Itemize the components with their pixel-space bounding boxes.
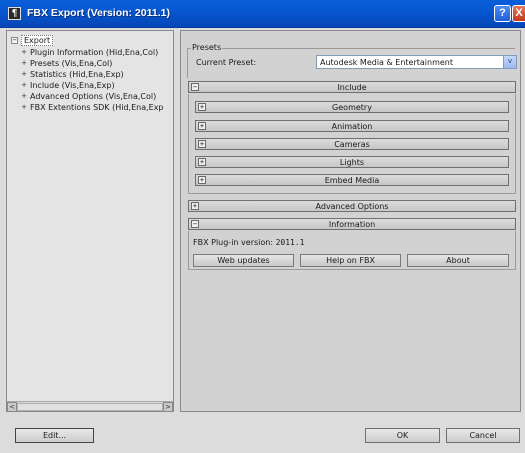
expand-icon[interactable]: + (191, 202, 199, 210)
animation-rollout-header[interactable]: + Animation (195, 120, 509, 132)
preset-dropdown[interactable]: Autodesk Media & Entertainment v (316, 55, 517, 69)
cancel-button[interactable]: Cancel (446, 428, 520, 443)
cameras-title: Cameras (334, 139, 370, 149)
expand-icon[interactable]: + (21, 92, 27, 100)
tree-item-label: Plugin Information (Hid,Ena,Col) (30, 47, 159, 57)
collapse-icon[interactable]: − (191, 83, 199, 91)
app-icon: ¶ (8, 7, 21, 20)
expand-icon[interactable]: + (198, 158, 206, 166)
advanced-options-rollout-header[interactable]: + Advanced Options (188, 200, 516, 212)
tree-item-plugin-information[interactable]: + Plugin Information (Hid,Ena,Col) (21, 47, 158, 57)
tree-item-label: Advanced Options (Vis,Ena,Col) (30, 91, 157, 101)
lights-title: Lights (339, 157, 365, 167)
web-updates-button[interactable]: Web updates (193, 254, 294, 267)
include-rollout-header[interactable]: − Include (188, 81, 516, 93)
preset-dropdown-value: Autodesk Media & Entertainment (320, 57, 453, 67)
tree-item-presets[interactable]: + Presets (Vis,Ena,Col) (21, 58, 112, 68)
expand-icon[interactable]: + (21, 48, 27, 56)
tree-item-label: FBX Extentions SDK (Hid,Ena,Exp (30, 102, 164, 112)
window-title: FBX Export (Version: 2011.1) (27, 7, 170, 19)
tree-item-include[interactable]: + Include (Vis,Ena,Exp) (21, 80, 115, 90)
scroll-thumb[interactable] (17, 403, 163, 411)
plugin-version-line: FBX Plug-in version: 2011.1 (193, 238, 304, 247)
information-title: Information (328, 219, 376, 229)
presets-group-title: Presets (191, 43, 223, 52)
cameras-rollout-header[interactable]: + Cameras (195, 138, 509, 150)
help-on-fbx-button[interactable]: Help on FBX (300, 254, 401, 267)
tree-panel: − Export + Plugin Information (Hid,Ena,C… (6, 30, 174, 412)
embed-media-title: Embed Media (324, 175, 380, 185)
animation-title: Animation (331, 121, 373, 131)
expand-icon[interactable]: + (198, 140, 206, 148)
plugin-version-value: 2011.1 (275, 238, 305, 247)
tree-item-label: Presets (Vis,Ena,Col) (30, 58, 113, 68)
tree-item-fbx-extentions-sdk[interactable]: + FBX Extentions SDK (Hid,Ena,Exp (21, 102, 164, 112)
title-bar[interactable]: ¶ FBX Export (Version: 2011.1) ? X (0, 0, 525, 28)
current-preset-label: Current Preset: (196, 58, 257, 67)
expand-icon[interactable]: + (198, 103, 206, 111)
horizontal-scrollbar[interactable]: < > (7, 401, 173, 412)
tree-root-label: Export (21, 34, 54, 46)
include-title: Include (337, 82, 367, 92)
tree-item-label: Statistics (Hid,Ena,Exp) (30, 69, 124, 79)
information-rollout-header[interactable]: − Information (188, 218, 516, 230)
tree-item-statistics[interactable]: + Statistics (Hid,Ena,Exp) (21, 69, 124, 79)
tree-root-export[interactable]: − Export (11, 34, 54, 46)
geometry-title: Geometry (332, 102, 372, 112)
about-button[interactable]: About (407, 254, 509, 267)
help-button[interactable]: ? (494, 5, 511, 22)
settings-panel: Presets Current Preset: Autodesk Media &… (180, 30, 521, 412)
expand-icon[interactable]: + (21, 103, 27, 111)
edit-button[interactable]: Edit... (15, 428, 94, 443)
expand-icon[interactable]: + (198, 122, 206, 130)
scroll-left-icon[interactable]: < (7, 402, 17, 412)
close-button[interactable]: X (512, 5, 525, 22)
chevron-down-icon[interactable]: v (503, 56, 516, 68)
expand-icon[interactable]: + (21, 70, 27, 78)
collapse-icon[interactable]: − (11, 36, 18, 44)
expand-icon[interactable]: + (21, 59, 27, 67)
collapse-icon[interactable]: − (191, 220, 199, 228)
ok-button[interactable]: OK (365, 428, 440, 443)
expand-icon[interactable]: + (21, 81, 27, 89)
embed-media-rollout-header[interactable]: + Embed Media (195, 174, 509, 186)
plugin-version-label: FBX Plug-in version: (193, 238, 274, 247)
expand-icon[interactable]: + (198, 176, 206, 184)
geometry-rollout-header[interactable]: + Geometry (195, 101, 509, 113)
lights-rollout-header[interactable]: + Lights (195, 156, 509, 168)
advanced-options-title: Advanced Options (315, 201, 389, 211)
tree-item-label: Include (Vis,Ena,Exp) (30, 80, 115, 90)
scroll-right-icon[interactable]: > (163, 402, 173, 412)
tree-item-advanced-options[interactable]: + Advanced Options (Vis,Ena,Col) (21, 91, 156, 101)
